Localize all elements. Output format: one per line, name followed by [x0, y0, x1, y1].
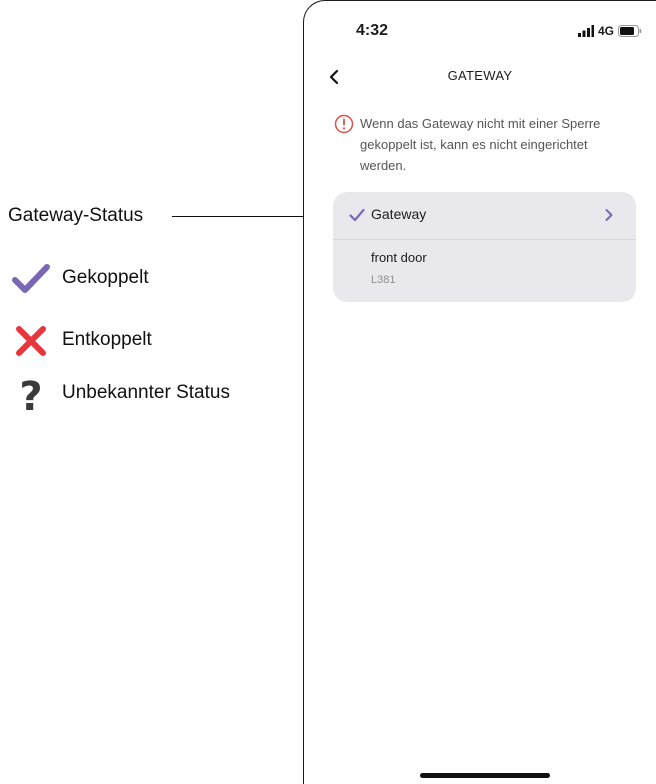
- question-icon: ?: [19, 374, 43, 420]
- status-bar: 4:32 4G: [304, 19, 656, 45]
- network-label: 4G: [597, 24, 614, 38]
- home-indicator[interactable]: [420, 773, 550, 778]
- page: Gateway-Status Gekoppelt Entkoppelt ? Un…: [0, 0, 656, 784]
- legend-item-unknown: ? Unbekannter Status: [10, 374, 230, 420]
- chevron-right-icon: [605, 209, 613, 221]
- gateway-row[interactable]: Gateway: [333, 192, 636, 239]
- nav-bar: GATEWAY: [304, 63, 656, 91]
- page-title: GATEWAY: [447, 68, 513, 83]
- cross-icon: [10, 324, 52, 358]
- gateway-status-callout-label: Gateway-Status: [8, 205, 144, 226]
- legend-item-uncoupled: Entkoppelt: [10, 324, 152, 358]
- legend-label-unknown: Unbekannter Status: [62, 382, 230, 403]
- phone-screen: 4:32 4G GATEWAY Wenn das Gateway nicht m…: [303, 0, 656, 784]
- status-time: 4:32: [356, 22, 389, 39]
- lock-name: front door: [371, 250, 427, 265]
- battery-icon: [618, 25, 642, 37]
- warning-icon: [334, 114, 354, 134]
- legend-label-uncoupled: Entkoppelt: [62, 329, 152, 350]
- status-check-icon: [349, 208, 365, 222]
- gateway-label: Gateway: [371, 206, 427, 222]
- lock-model: L381: [371, 274, 396, 286]
- signal-icon: [577, 25, 594, 37]
- check-icon: [10, 262, 52, 296]
- status-indicators: 4G: [577, 24, 642, 38]
- warning-text: Wenn das Gateway nicht mit einer Sperre …: [360, 116, 601, 173]
- legend-label-coupled: Gekoppelt: [62, 267, 149, 288]
- legend-item-coupled: Gekoppelt: [10, 262, 149, 296]
- card-divider: [333, 239, 636, 240]
- gateway-card: Gateway front door L381: [333, 192, 636, 302]
- warning-notice: Wenn das Gateway nicht mit einer Sperre …: [334, 113, 634, 176]
